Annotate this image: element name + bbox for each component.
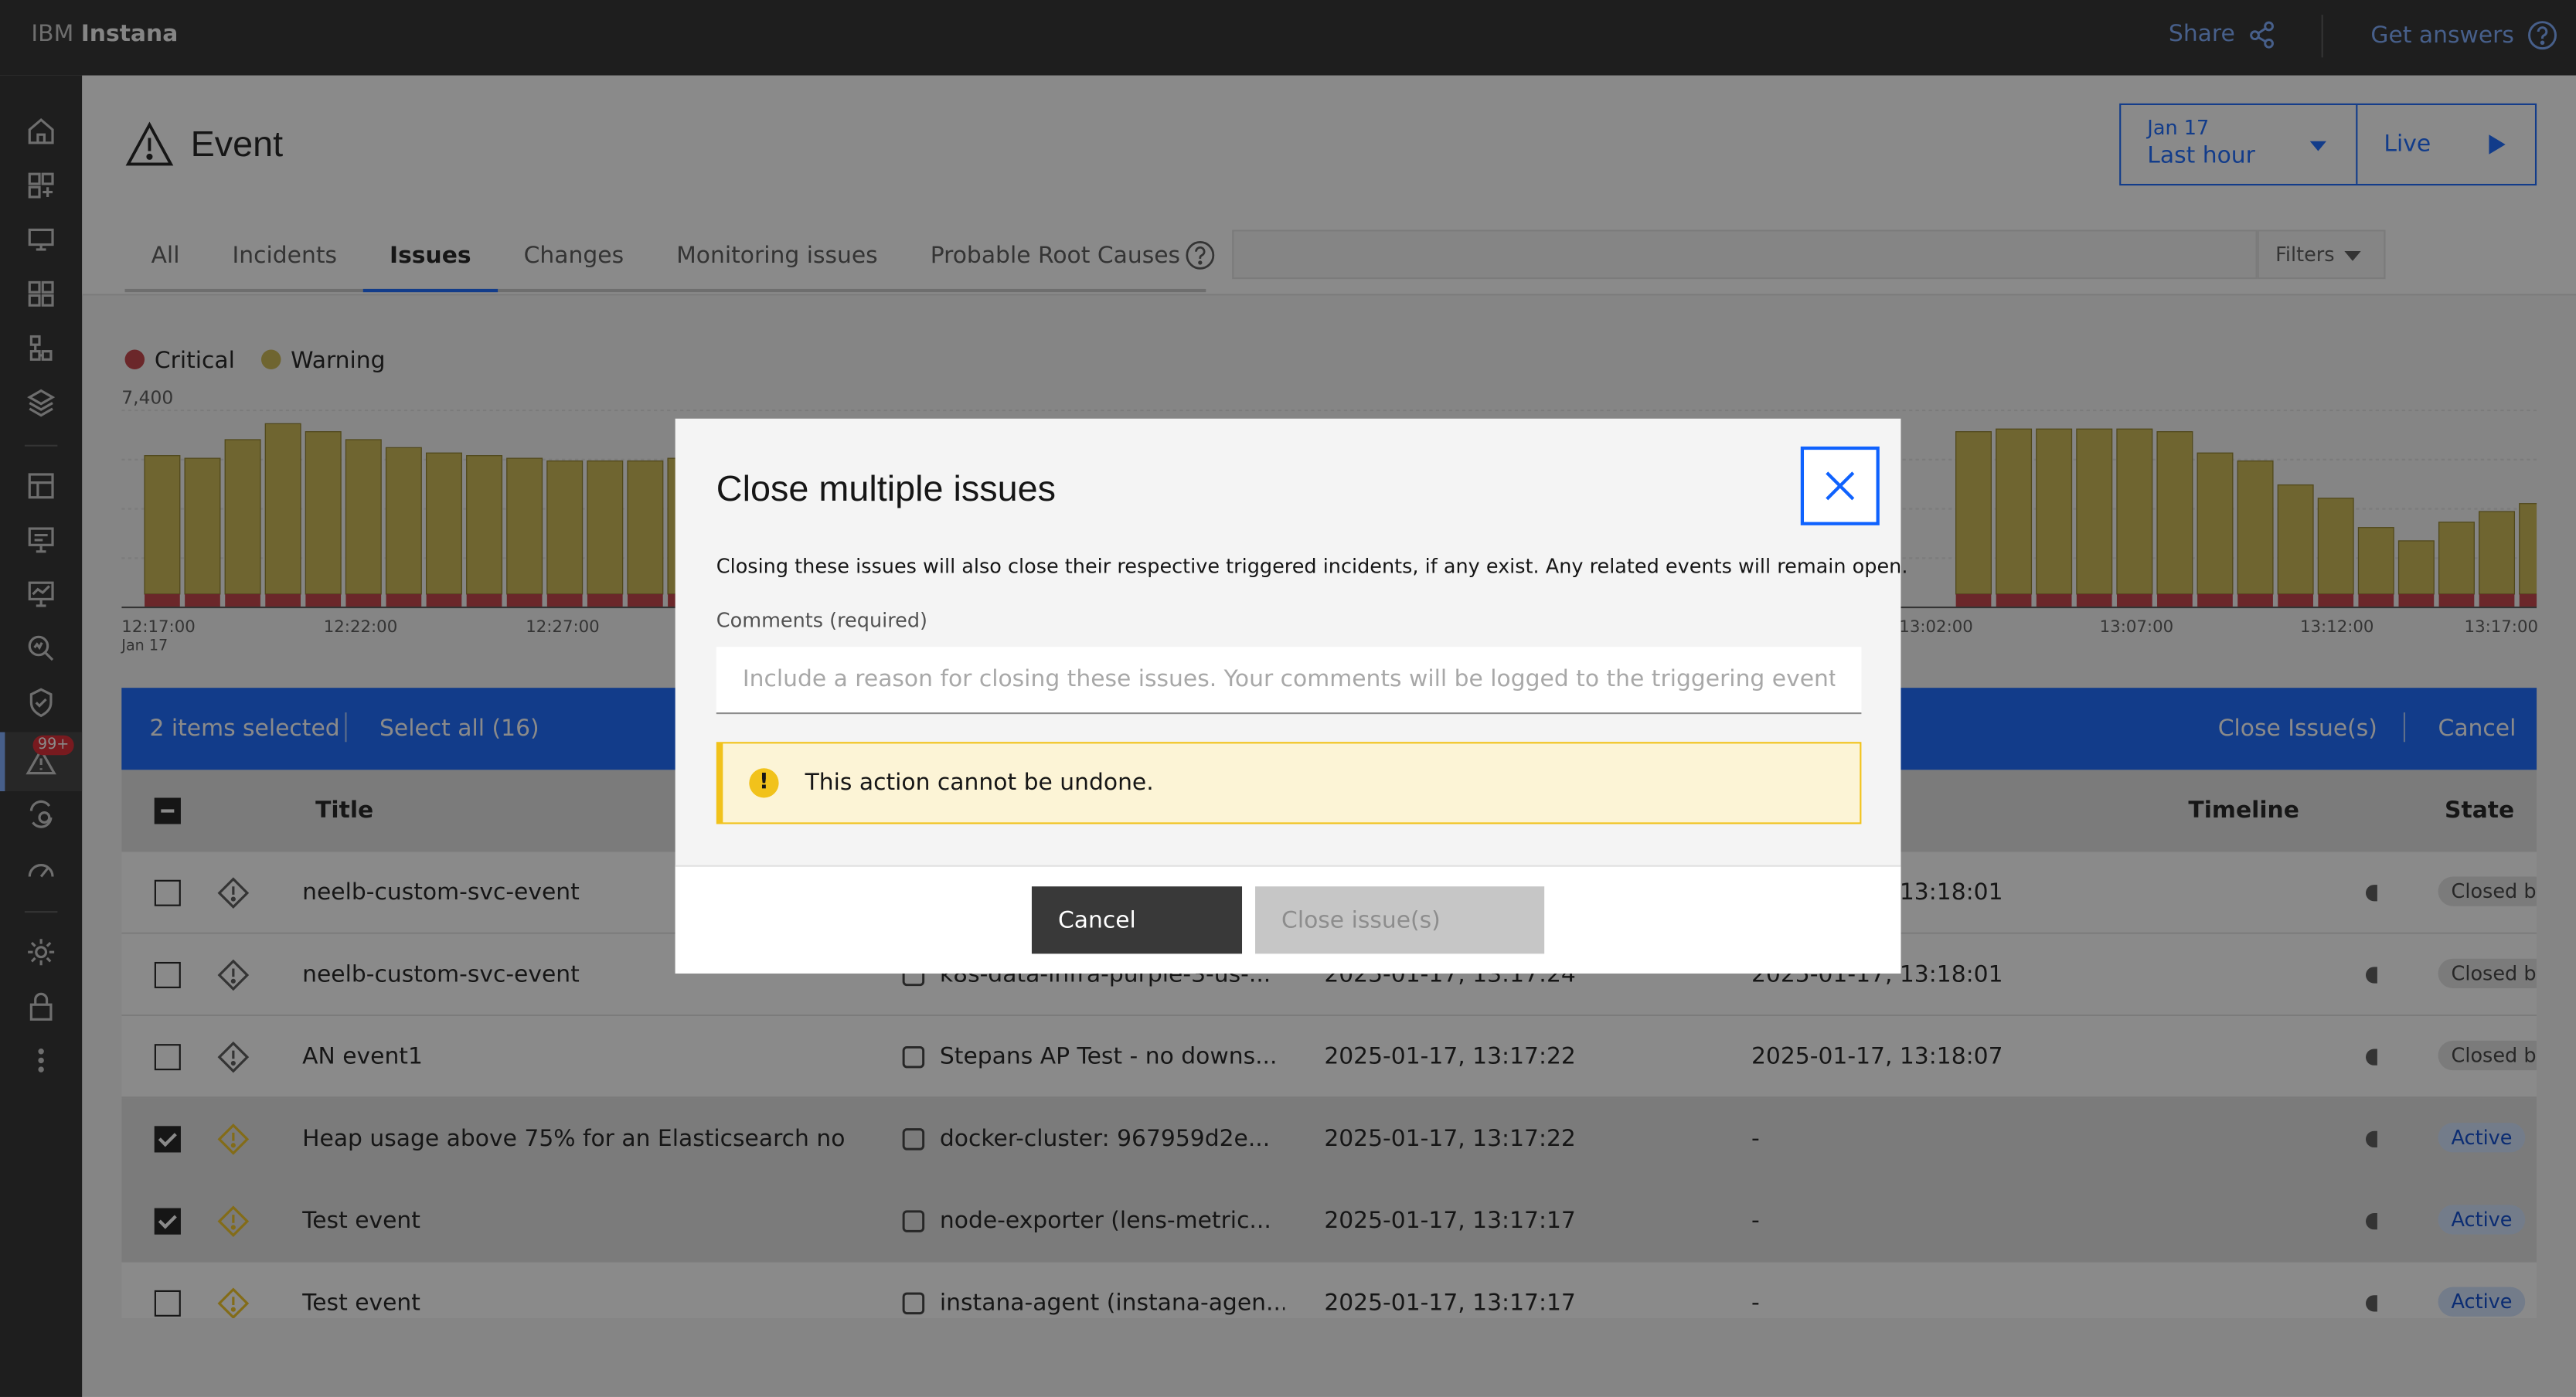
- warning-notification: ! This action cannot be undone.: [716, 742, 1862, 824]
- comments-label: Comments (required): [716, 609, 927, 632]
- close-issues-modal: Close multiple issues Closing these issu…: [675, 418, 1907, 974]
- modal-description: Closing these issues will also close the…: [716, 555, 1908, 578]
- cancel-button[interactable]: Cancel: [1031, 886, 1243, 954]
- viewport: IBM Instana Share Get answers 99+: [0, 0, 2576, 1397]
- exclamation-icon: !: [749, 768, 779, 798]
- close-icon: [1826, 471, 1855, 501]
- modal-close-button[interactable]: [1800, 446, 1880, 525]
- comments-input[interactable]: [716, 647, 1862, 715]
- app-root: IBM Instana Share Get answers 99+: [0, 0, 2576, 1397]
- confirm-close-issues-button[interactable]: Close issue(s): [1255, 886, 1545, 954]
- modal-title: Close multiple issues: [716, 467, 1057, 509]
- warning-text: This action cannot be undone.: [805, 770, 1154, 797]
- modal-footer: Cancel Close issue(s): [675, 865, 1901, 974]
